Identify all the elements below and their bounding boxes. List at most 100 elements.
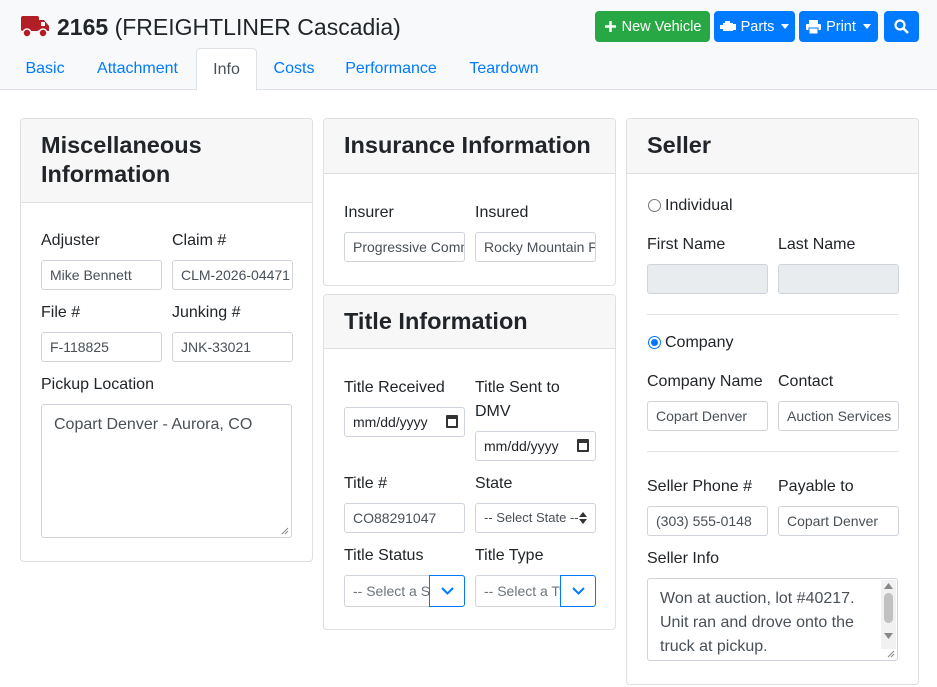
new-vehicle-button[interactable]: New Vehicle xyxy=(595,11,710,42)
engine-icon xyxy=(719,21,736,31)
seller-phone-label: Seller Phone # xyxy=(647,478,752,495)
pickup-location-text: Copart Denver - Aurora, CO xyxy=(54,416,253,433)
caret-down-icon xyxy=(781,24,790,29)
title-type-label: Title Type xyxy=(475,547,544,564)
last-name-input[interactable] xyxy=(778,264,899,294)
plus-icon xyxy=(604,21,616,32)
chevron-down-icon xyxy=(440,587,454,595)
tab-basic[interactable]: Basic xyxy=(18,48,72,90)
title-status-select[interactable]: -- Select a Status -- xyxy=(344,575,465,607)
search-icon xyxy=(894,19,909,34)
title-status-label: Title Status xyxy=(344,547,424,564)
misc-info-title-line2: Information xyxy=(41,161,171,187)
chevron-down-icon xyxy=(571,587,585,595)
scroll-down-icon[interactable] xyxy=(884,633,893,639)
tab-teardown[interactable]: Teardown xyxy=(459,48,549,90)
title-type-select[interactable]: -- Select a Type -- xyxy=(475,575,596,607)
file-input[interactable]: F-118825 xyxy=(41,332,162,362)
tab-performance[interactable]: Performance xyxy=(335,48,447,90)
seller-info-scrollbar[interactable] xyxy=(881,580,896,649)
title-type-select-value[interactable]: -- Select a Type -- xyxy=(475,575,561,607)
calendar-icon[interactable] xyxy=(577,439,589,452)
misc-info-card: Miscellaneous Information Adjuster Mike … xyxy=(20,118,313,562)
printer-icon xyxy=(806,19,822,34)
adjuster-label: Adjuster xyxy=(41,232,100,249)
tab-info[interactable]: Info xyxy=(196,48,257,91)
resize-handle-icon[interactable] xyxy=(280,526,289,535)
pickup-location-label: Pickup Location xyxy=(41,376,154,393)
seller-header: Seller xyxy=(627,119,918,174)
search-button[interactable] xyxy=(884,11,919,42)
contact-input[interactable]: Auction Services xyxy=(778,401,899,431)
title-sent-date-input[interactable]: mm/dd/yyyy xyxy=(475,431,596,461)
junking-label: Junking # xyxy=(172,304,241,321)
file-label: File # xyxy=(41,304,81,321)
title-received-date-input[interactable]: mm/dd/yyyy xyxy=(344,407,465,437)
state-select-value: -- Select State -- xyxy=(484,510,579,525)
calendar-icon[interactable] xyxy=(446,415,458,428)
seller-info-text: Won at auction, lot #40217. Unit ran and… xyxy=(660,590,855,655)
title-status-select-value[interactable]: -- Select a Status -- xyxy=(344,575,430,607)
print-label: Print xyxy=(826,18,856,35)
company-radio[interactable] xyxy=(648,336,661,349)
title-info-card: Title Information Title Received mm/dd/y… xyxy=(323,294,616,630)
insured-label: Insured xyxy=(475,204,529,221)
seller-phone-input[interactable]: (303) 555-0148 xyxy=(647,506,768,536)
scrollbar-thumb[interactable] xyxy=(884,593,893,623)
insured-input[interactable]: Rocky Mountain Freight xyxy=(475,232,596,262)
resize-handle-icon[interactable] xyxy=(886,649,895,658)
title-number-label: Title # xyxy=(344,475,387,492)
seller-info-label: Seller Info xyxy=(647,550,720,567)
last-name-label: Last Name xyxy=(778,236,856,253)
tab-costs[interactable]: Costs xyxy=(264,48,324,90)
junking-input[interactable]: JNK-33021 xyxy=(172,332,293,362)
state-select[interactable]: -- Select State -- xyxy=(475,503,596,533)
title-received-placeholder: mm/dd/yyyy xyxy=(353,414,428,430)
state-label: State xyxy=(475,475,513,492)
company-name-input[interactable]: Copart Denver xyxy=(647,401,768,431)
new-vehicle-label: New Vehicle xyxy=(621,18,702,35)
vehicle-number: 2165 xyxy=(57,14,109,40)
misc-info-header: Miscellaneous Information xyxy=(21,119,312,203)
page-header: 2165 (FREIGHTLINER Cascadia) New Vehicle… xyxy=(0,0,937,91)
company-label: Company xyxy=(665,334,734,351)
title-info-header: Title Information xyxy=(324,295,615,349)
tab-attachment[interactable]: Attachment xyxy=(85,48,190,90)
title-info-title: Title Information xyxy=(344,308,528,334)
title-received-label: Title Received xyxy=(344,379,445,396)
first-name-label: First Name xyxy=(647,236,726,253)
title-type-dropdown-button[interactable] xyxy=(560,575,596,607)
page-title: 2165 (FREIGHTLINER Cascadia) xyxy=(57,12,401,42)
title-sent-label: Title Sent to DMV xyxy=(475,376,560,424)
first-name-input[interactable] xyxy=(647,264,768,294)
caret-down-icon xyxy=(862,24,871,29)
insurer-label: Insurer xyxy=(344,204,394,221)
sort-arrows-icon xyxy=(579,512,587,524)
parts-dropdown-button[interactable]: Parts xyxy=(714,11,795,42)
pickup-location-textarea[interactable]: Copart Denver - Aurora, CO xyxy=(41,404,292,538)
scroll-up-icon[interactable] xyxy=(884,583,893,589)
vehicle-model: (FREIGHTLINER Cascadia) xyxy=(114,14,401,40)
insurance-info-title: Insurance Information xyxy=(344,132,591,158)
print-dropdown-button[interactable]: Print xyxy=(799,11,878,42)
claim-input[interactable]: CLM-2026-04471 xyxy=(172,260,293,290)
title-sent-label-line2: DMV xyxy=(475,403,511,420)
seller-title: Seller xyxy=(647,132,712,158)
adjuster-input[interactable]: Mike Bennett xyxy=(41,260,162,290)
truck-icon xyxy=(21,16,49,38)
title-number-input[interactable]: CO88291047 xyxy=(344,503,465,533)
insurance-info-card: Insurance Information Insurer Progressiv… xyxy=(323,118,616,286)
title-sent-placeholder: mm/dd/yyyy xyxy=(484,438,559,454)
divider xyxy=(647,314,899,315)
title-status-dropdown-button[interactable] xyxy=(429,575,465,607)
insurer-input[interactable]: Progressive Commercial xyxy=(344,232,465,262)
seller-info-textarea[interactable]: Won at auction, lot #40217. Unit ran and… xyxy=(647,578,898,661)
individual-label: Individual xyxy=(665,197,733,214)
individual-radio[interactable] xyxy=(648,199,661,212)
payable-to-input[interactable]: Copart Denver xyxy=(778,506,899,536)
parts-label: Parts xyxy=(740,18,775,35)
contact-label: Contact xyxy=(778,373,834,390)
title-sent-label-line1: Title Sent to xyxy=(475,379,560,396)
misc-info-title-line1: Miscellaneous xyxy=(41,132,202,158)
insurance-info-header: Insurance Information xyxy=(324,119,615,174)
